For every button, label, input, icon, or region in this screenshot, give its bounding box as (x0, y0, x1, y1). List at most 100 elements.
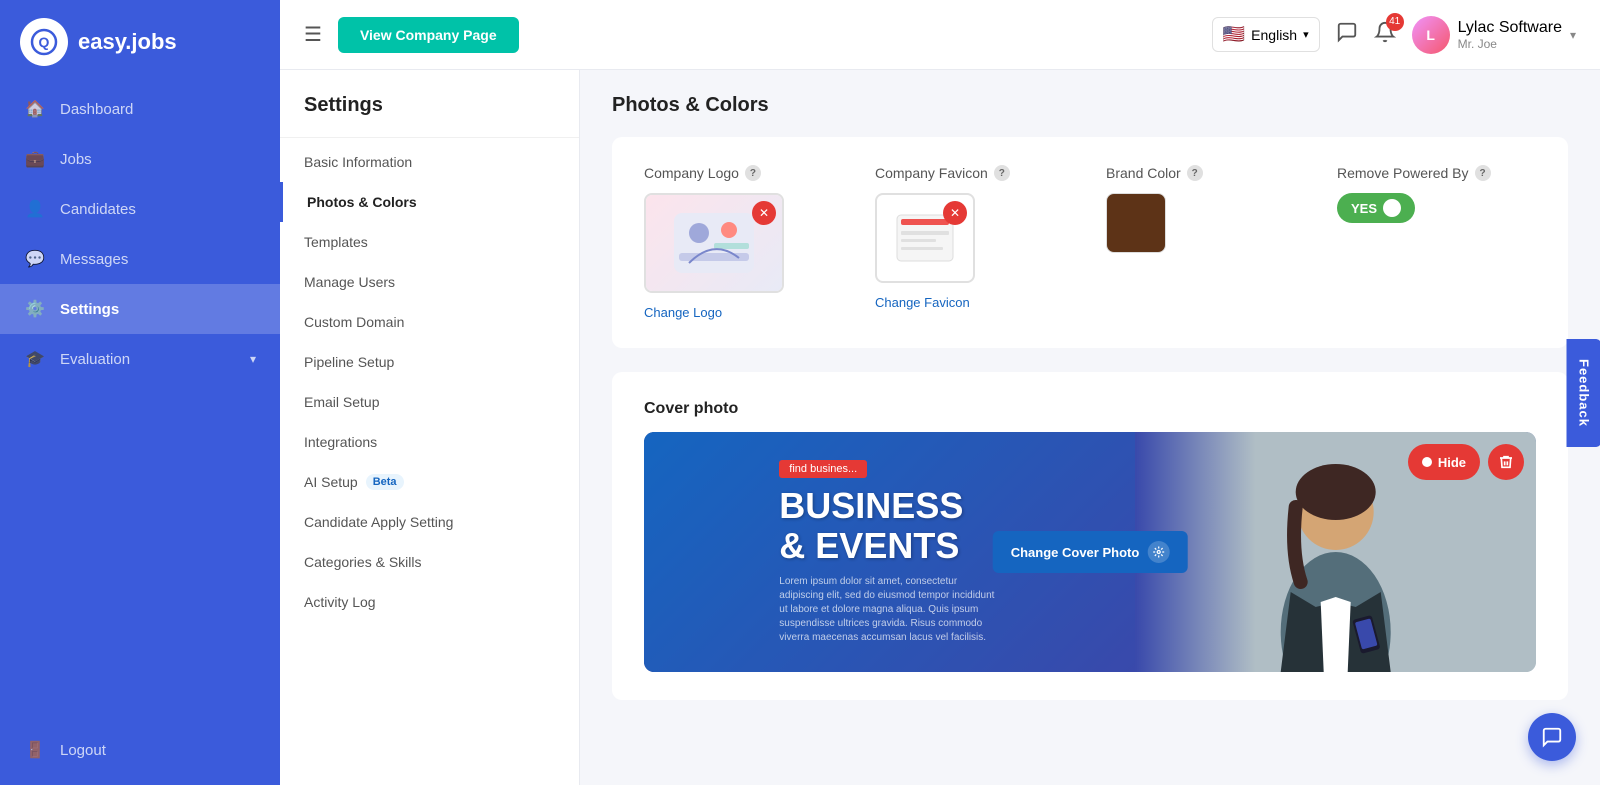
hamburger-menu[interactable]: ☰ (304, 22, 322, 47)
business-text-block: find busines... BUSINESS& EVENTS Lorem i… (779, 459, 999, 645)
company-logo-help-icon[interactable]: ? (745, 165, 761, 181)
templates-label: Templates (304, 234, 368, 250)
company-favicon-help-icon[interactable]: ? (994, 165, 1010, 181)
user-chevron-icon: ▾ (1570, 28, 1576, 42)
settings-menu-ai-setup[interactable]: AI Setup Beta (280, 462, 579, 502)
ai-beta-badge: Beta (366, 474, 404, 490)
settings-menu-integrations[interactable]: Integrations (280, 422, 579, 462)
language-label: English (1251, 27, 1297, 43)
remove-powered-toggle[interactable]: YES (1337, 193, 1415, 223)
content-area: Settings Basic Information Photos & Colo… (280, 70, 1600, 785)
brand-color-help-icon[interactable]: ? (1187, 165, 1203, 181)
user-avatar: L (1412, 16, 1450, 54)
nav-settings[interactable]: ⚙️ Settings (0, 284, 280, 334)
settings-sidebar: Settings Basic Information Photos & Colo… (280, 70, 580, 785)
pipeline-setup-label: Pipeline Setup (304, 354, 394, 370)
flag-icon: 🇺🇸 (1223, 24, 1245, 45)
nav-evaluation-label: Evaluation (60, 351, 130, 368)
settings-menu-custom-domain[interactable]: Custom Domain (280, 302, 579, 342)
company-logo-title: Company Logo ? (644, 165, 843, 181)
user-display-name: Mr. Joe (1458, 37, 1562, 51)
company-favicon-title: Company Favicon ? (875, 165, 1074, 181)
user-names: Lylac Software Mr. Joe (1458, 19, 1562, 51)
delete-cover-button[interactable] (1488, 444, 1524, 480)
change-cover-button[interactable]: Change Cover Photo (993, 531, 1188, 573)
remove-powered-by-title: Remove Powered By ? (1337, 165, 1536, 181)
sidebar-logo[interactable]: Q easy.jobs (0, 0, 280, 84)
language-selector[interactable]: 🇺🇸 English ▾ (1212, 17, 1320, 52)
app-logo-icon: Q (20, 18, 68, 66)
manage-users-label: Manage Users (304, 274, 395, 290)
settings-menu-photos-colors[interactable]: Photos & Colors (280, 182, 579, 222)
hide-cover-button[interactable]: Hide (1408, 444, 1480, 480)
notification-badge: 41 (1386, 13, 1404, 31)
chat-fab-button[interactable] (1528, 713, 1576, 761)
nav-dashboard-label: Dashboard (60, 101, 133, 118)
feedback-tab[interactable]: Feedback (1567, 339, 1600, 447)
change-cover-label: Change Cover Photo (1011, 545, 1140, 560)
settings-title: Settings (280, 94, 579, 133)
nav-jobs[interactable]: 💼 Jobs (0, 134, 280, 184)
topbar: ☰ View Company Page 🇺🇸 English ▾ 41 L Ly… (280, 0, 1600, 70)
settings-menu-templates[interactable]: Templates (280, 222, 579, 262)
settings-menu-basic-info[interactable]: Basic Information (280, 142, 579, 182)
toggle-circle (1383, 199, 1401, 217)
nav-dashboard[interactable]: 🏠 Dashboard (0, 84, 280, 134)
settings-menu-activity-log[interactable]: Activity Log (280, 582, 579, 622)
evaluation-chevron: ▾ (250, 352, 256, 366)
brand-color-title: Brand Color ? (1106, 165, 1305, 181)
cover-btn-icon (1147, 541, 1169, 563)
categories-skills-label: Categories & Skills (304, 554, 422, 570)
nav-candidates[interactable]: 👤 Candidates (0, 184, 280, 234)
settings-menu-pipeline-setup[interactable]: Pipeline Setup (280, 342, 579, 382)
toggle-container: YES (1337, 193, 1536, 223)
remove-powered-help-icon[interactable]: ? (1475, 165, 1491, 181)
business-tag: find busines... (779, 460, 867, 478)
lorem-text: Lorem ipsum dolor sit amet, consectetur … (779, 575, 999, 645)
change-logo-link[interactable]: Change Logo (644, 305, 843, 320)
company-favicon-preview: ✕ (875, 193, 975, 283)
section-title: Photos & Colors (612, 94, 1568, 117)
hide-btn-label: Hide (1438, 455, 1466, 470)
basic-info-label: Basic Information (304, 154, 412, 170)
brand-color-section: Brand Color ? (1106, 165, 1305, 253)
cover-photo-title: Cover photo (644, 400, 1536, 418)
chat-icon-button[interactable] (1336, 21, 1358, 49)
main-wrapper: ☰ View Company Page 🇺🇸 English ▾ 41 L Ly… (280, 0, 1600, 785)
settings-icon: ⚙️ (24, 298, 46, 320)
settings-menu-manage-users[interactable]: Manage Users (280, 262, 579, 302)
company-favicon-delete-button[interactable]: ✕ (943, 201, 967, 225)
nav-messages[interactable]: 💬 Messages (0, 234, 280, 284)
nav-logout-label: Logout (60, 742, 106, 759)
cover-actions: Hide (1408, 444, 1524, 480)
remove-powered-by-section: Remove Powered By ? YES (1337, 165, 1536, 223)
main-content: Photos & Colors Company Logo ? ✕ (580, 70, 1600, 785)
nav-jobs-label: Jobs (60, 151, 92, 168)
settings-menu-categories-skills[interactable]: Categories & Skills (280, 542, 579, 582)
business-title: BUSINESS& EVENTS (779, 486, 999, 565)
company-logo-preview: ✕ (644, 193, 784, 293)
nav-settings-label: Settings (60, 301, 119, 318)
email-setup-label: Email Setup (304, 394, 379, 410)
company-logo-delete-button[interactable]: ✕ (752, 201, 776, 225)
nav-evaluation[interactable]: 🎓 Evaluation ▾ (0, 334, 280, 384)
nav-logout[interactable]: 🚪 Logout (0, 725, 280, 775)
user-company-name: Lylac Software (1458, 19, 1562, 37)
nav-candidates-label: Candidates (60, 201, 136, 218)
brand-color-swatch[interactable] (1106, 193, 1166, 253)
custom-domain-label: Custom Domain (304, 314, 404, 330)
nav-messages-label: Messages (60, 251, 128, 268)
dashboard-icon: 🏠 (24, 98, 46, 120)
settings-menu-email-setup[interactable]: Email Setup (280, 382, 579, 422)
ai-setup-label: AI Setup (304, 474, 358, 490)
user-profile[interactable]: L Lylac Software Mr. Joe ▾ (1412, 16, 1576, 54)
messages-icon: 💬 (24, 248, 46, 270)
topbar-right: 🇺🇸 English ▾ 41 L Lylac Software Mr. Joe… (1212, 16, 1576, 54)
notification-bell[interactable]: 41 (1374, 21, 1396, 49)
view-company-button[interactable]: View Company Page (338, 17, 519, 53)
settings-menu-candidate-apply[interactable]: Candidate Apply Setting (280, 502, 579, 542)
svg-text:Q: Q (39, 34, 50, 50)
lang-chevron-icon: ▾ (1303, 28, 1309, 41)
logout-icon: 🚪 (24, 739, 46, 761)
change-favicon-link[interactable]: Change Favicon (875, 295, 1074, 310)
